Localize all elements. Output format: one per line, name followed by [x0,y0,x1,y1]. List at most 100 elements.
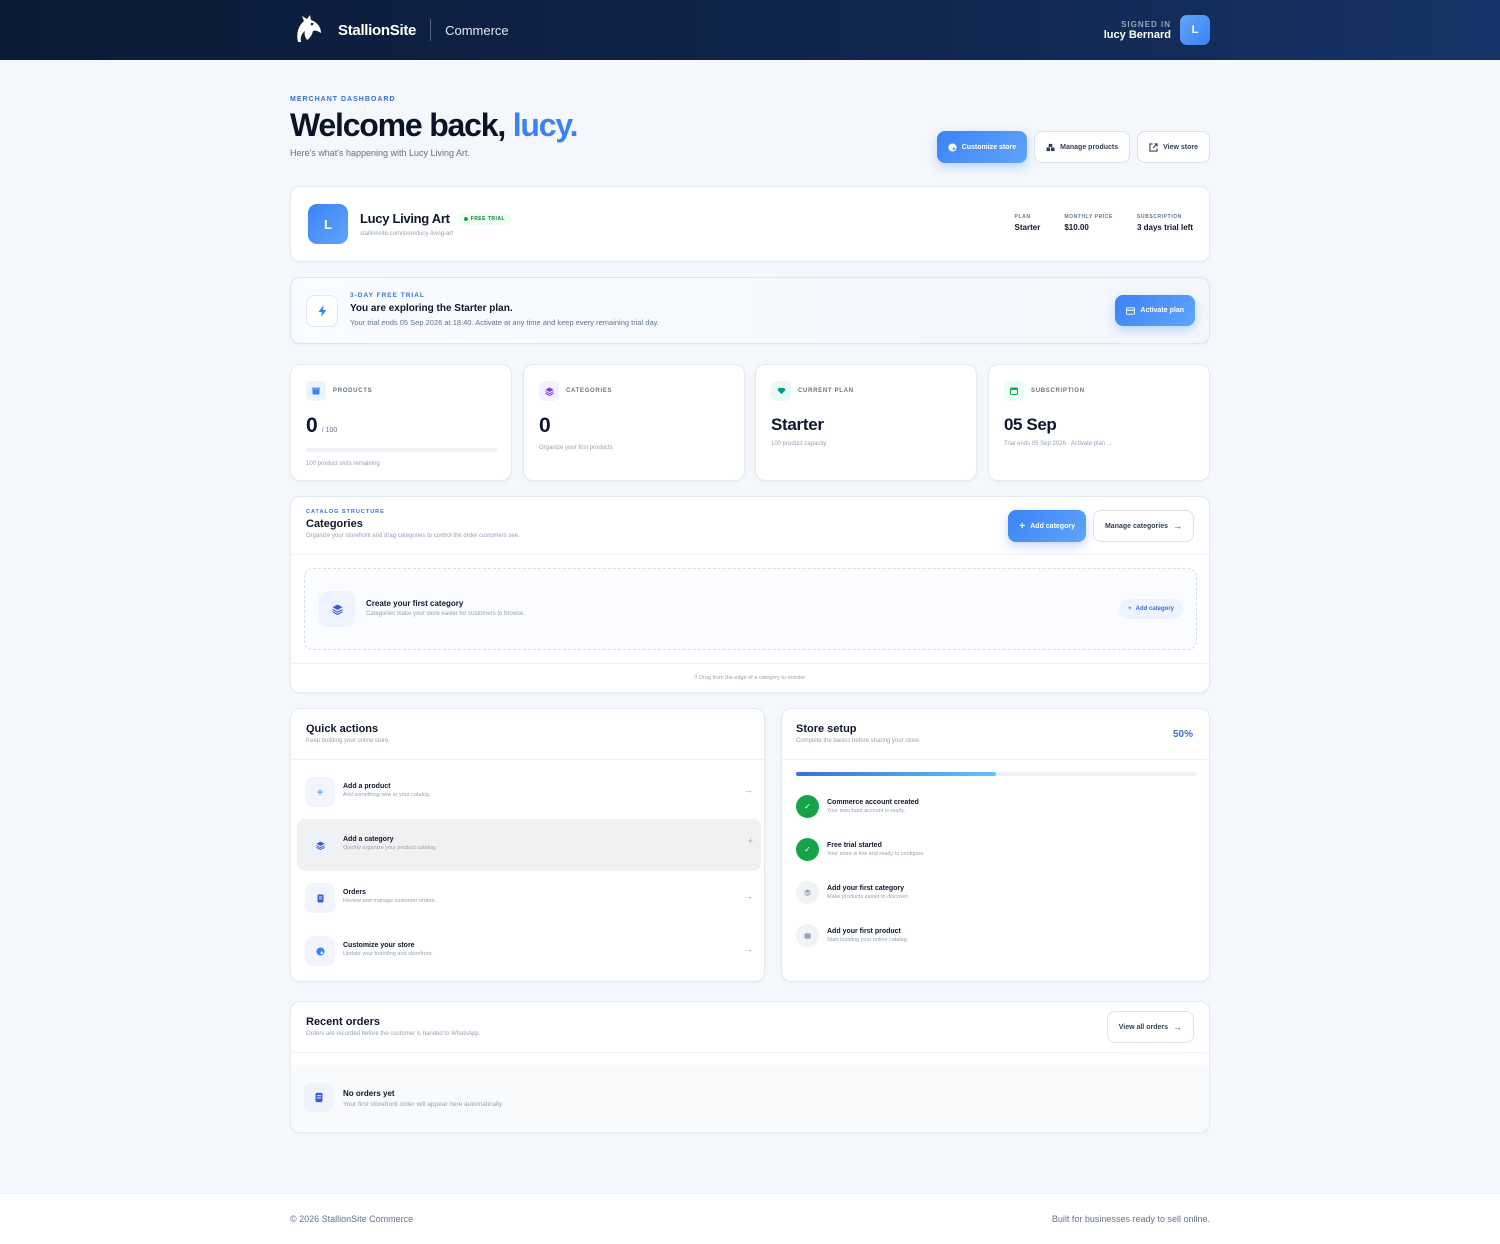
view-all-orders-button[interactable]: View all orders → [1106,1011,1194,1043]
add-category-button[interactable]: + Add category [1008,510,1086,542]
quick-action-subtitle: Update your branding and storefront. [343,951,433,957]
quick-action-subtitle: Quickly organize your product catalog. [343,845,437,851]
orders-empty-state: No orders yet Your first storefront orde… [291,1065,1209,1132]
trial-kicker: 3-DAY FREE TRIAL [350,292,425,299]
brand[interactable]: StallionSite Commerce [290,12,509,48]
receipt-icon [304,1083,333,1112]
arrow-right-icon: → [1173,521,1182,531]
drag-handle-icon: ⠿ [693,675,698,681]
view-all-orders-label: View all orders [1118,1023,1168,1031]
avatar[interactable]: L [1180,15,1210,45]
quick-action-add-product[interactable]: + Add a product Add something new to you… [297,766,761,818]
quick-action-add-category[interactable]: Add a category Quickly organize your pro… [297,819,761,871]
store-setup-title: Store setup [796,723,857,735]
stat-label: PRODUCTS [333,388,373,394]
calendar-icon [1004,381,1024,401]
store-setup-card: Store setup Complete the basics before s… [781,708,1210,982]
trial-title: You are exploring the Starter plan. [350,303,513,314]
divider [291,554,1209,555]
manage-products-label: Manage products [1060,143,1119,151]
manage-products-button[interactable]: Manage products [1034,131,1131,163]
store-meta-plan: PLAN Starter [1015,214,1041,232]
orders-empty-title: No orders yet [343,1089,395,1098]
store-meta-value: Starter [1014,223,1041,232]
plus-icon: + [1019,520,1026,532]
activate-plan-button[interactable]: Activate plan [1115,295,1195,326]
recent-orders-title: Recent orders [306,1016,380,1028]
manage-categories-label: Manage categories [1104,522,1168,530]
quick-actions-subtitle: Keep building your online store. [306,738,391,744]
check-icon: ✓ [796,795,819,818]
lightning-icon [306,295,338,327]
stat-note: 100 product slots remaining [306,461,380,467]
orders-empty-subtitle: Your first storefront order will appear … [343,1101,504,1108]
empty-subtitle: Categories make your store easier for cu… [366,611,526,617]
setup-step-title: Commerce account created [827,799,919,806]
credit-card-icon [1126,306,1136,315]
categories-kicker: CATALOG STRUCTURE [306,509,385,515]
box-icon [796,924,819,947]
quick-action-orders[interactable]: Orders Review and manage customer orders… [297,872,761,924]
signed-in-label: SIGNED IN [1121,19,1171,29]
stat-label: SUBSCRIPTION [1031,388,1085,394]
user-name: lucy Bernard [1103,28,1171,41]
store-meta-label: MONTHLY PRICE [1064,214,1113,220]
add-category-label: Add category [1030,522,1075,530]
arrow-right-icon: → [1173,1022,1182,1032]
footer-tagline: Built for businesses ready to sell onlin… [1051,1214,1210,1224]
recent-orders-card: Recent orders Orders are recorded before… [290,1001,1210,1133]
check-icon: ✓ [796,838,819,861]
stat-note: 100 product capacity [771,441,827,447]
categories-subtitle: Organize your storefront and drag catego… [306,533,520,539]
activate-plan-label: Activate plan [1140,307,1184,314]
setup-progress-fill [796,772,996,776]
trial-banner: 3-DAY FREE TRIAL You are exploring the S… [290,277,1210,344]
quick-action-customize[interactable]: Customize your store Update your brandin… [297,925,761,977]
plus-icon: + [305,777,335,807]
quick-action-title: Add a category [343,836,394,843]
store-meta-price: MONTHLY PRICE $10.00 [1064,214,1113,232]
stat-value: 05 Sep [1004,415,1057,434]
trial-text: Your trial ends 05 Sep 2026 at 18:40. Ac… [350,318,659,327]
stat-value: 0 [306,414,318,437]
drag-hint-text: Drag from the edge of a category to reor… [699,675,807,681]
receipt-icon [305,883,335,913]
store-url[interactable]: stallionsite.com/store/lucy-living-art [360,231,453,237]
user-menu[interactable]: SIGNED IN lucy Bernard L [1104,15,1210,45]
layers-icon [319,591,355,627]
box-icon [306,381,326,401]
arrow-right-icon: → [744,944,753,954]
page-title-name: lucy. [512,107,579,143]
view-store-button[interactable]: View store [1137,131,1210,163]
categories-card: CATALOG STRUCTURE Categories Organize yo… [290,496,1210,693]
view-store-label: View store [1163,143,1198,151]
footer-copyright: © 2026 StallionSite Commerce [290,1214,414,1224]
boxes-icon [1046,143,1055,151]
setup-percent: 50% [1172,729,1193,740]
status-badge: FREE TRIAL [457,212,512,225]
setup-step-subtitle: Start building your online catalog. [827,937,909,943]
arrow-right-icon: → [744,891,753,901]
stat-card-products: PRODUCTS 0 / 100 100 product slots remai… [290,364,512,481]
app-name: Commerce [445,22,509,38]
stat-card-plan: CURRENT PLAN Starter 100 product capacit… [755,364,977,481]
store-card: L Lucy Living Art FREE TRIAL stallionsit… [290,186,1210,262]
stat-note[interactable]: Trial ends 05 Sep 2026 · Activate plan → [1004,441,1113,447]
hero-kicker: MERCHANT DASHBOARD [290,96,396,103]
setup-step-subtitle: Make products easier to discover. [827,894,909,900]
empty-title: Create your first category [366,599,464,608]
quick-actions-card: Quick actions Keep building your online … [290,708,765,982]
quick-action-title: Customize your store [343,942,415,949]
stat-card-categories: CATEGORIES 0 Organize your first product… [523,364,745,481]
customize-store-button[interactable]: Customize store [936,131,1028,163]
plus-icon: + [1128,606,1132,612]
products-progress-bar [306,448,498,452]
stat-card-subscription: SUBSCRIPTION 05 Sep Trial ends 05 Sep 20… [988,364,1210,481]
setup-step-subtitle: Your merchant account is ready. [827,808,906,814]
stat-label: CURRENT PLAN [798,388,854,394]
manage-categories-button[interactable]: Manage categories → [1092,510,1194,542]
empty-add-category-button[interactable]: + Add category [1119,599,1183,619]
gem-icon [771,381,791,401]
store-meta-label: SUBSCRIPTION [1136,214,1182,220]
setup-step-title: Add your first product [827,928,901,935]
